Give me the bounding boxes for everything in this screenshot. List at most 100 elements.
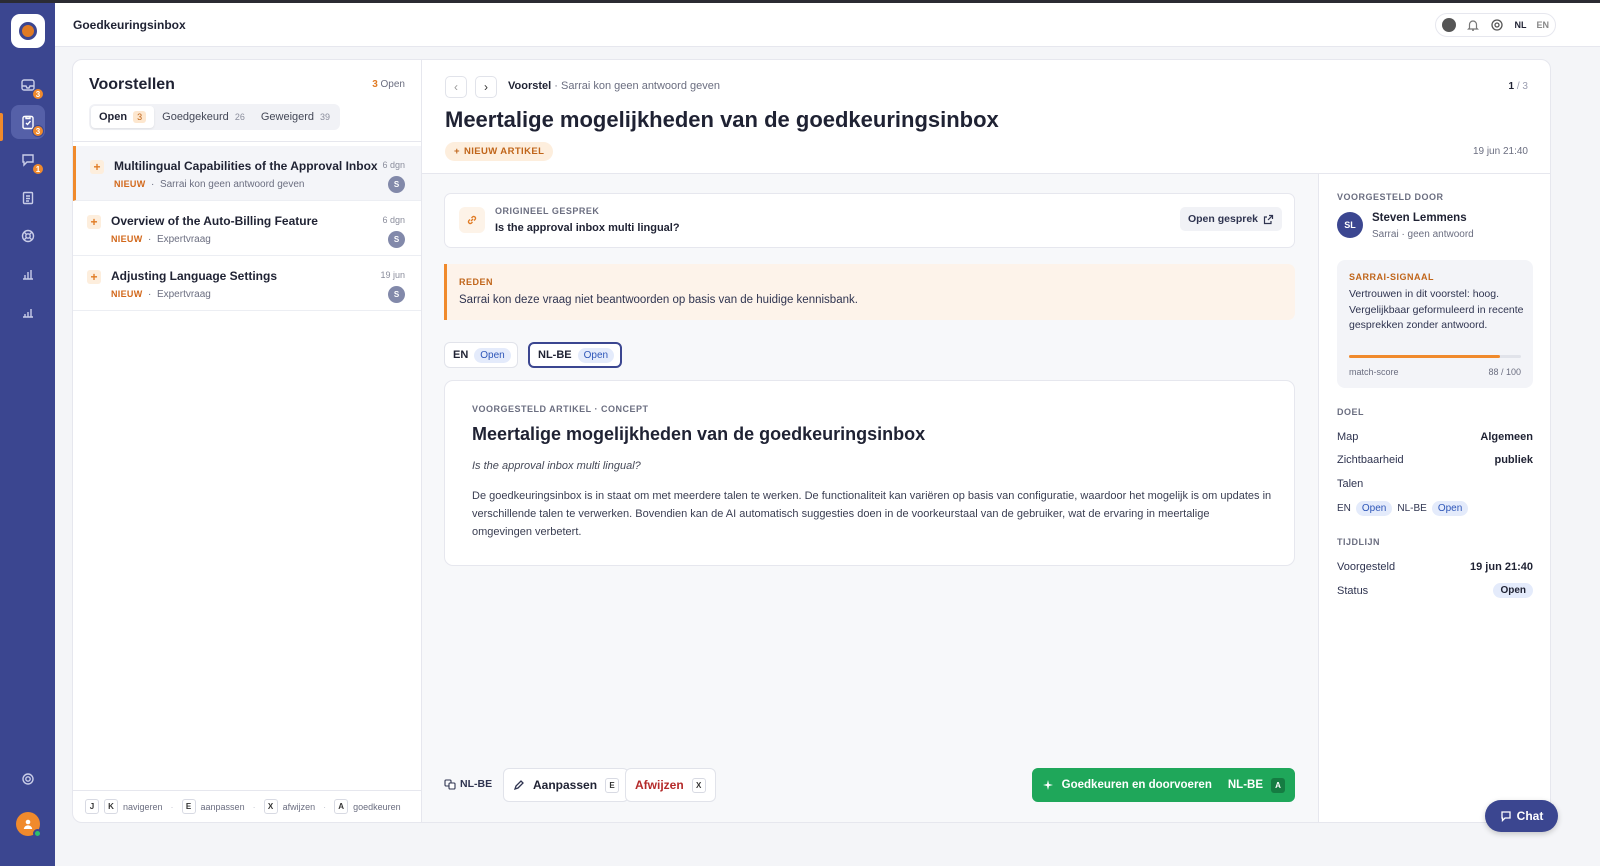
reject-button[interactable]: Afwijzen X (625, 768, 716, 802)
link-icon (459, 207, 485, 233)
article-title: Meertalige mogelijkheden van de goedkeur… (472, 424, 926, 444)
tab-rejected[interactable]: Geweigerd 39 (253, 106, 338, 128)
rail-reports-button[interactable] (11, 257, 45, 291)
approve-button[interactable]: Goedkeuren en doorvoeren NL-BE A (1031, 768, 1295, 802)
prev-button[interactable]: ‹ (445, 76, 467, 98)
approve-label: Goedkeuren en doorvoeren (1061, 779, 1212, 791)
status-row: Status Open (1337, 583, 1533, 599)
proposed-row: Voorgesteld 19 jun 21:40 (1337, 561, 1533, 575)
page-title: Goedkeuringsinbox (73, 18, 186, 32)
detail-sidebar: VOORGESTELD DOOR SL Steven Lemmens Sarra… (1318, 174, 1550, 822)
reject-label: Afwijzen (635, 778, 684, 792)
list-item-title: Adjusting Language Settings (111, 269, 278, 283)
detail-main-column: ORIGINEEL GESPREK Is the approval inbox … (422, 174, 1318, 822)
languages-key: Talen (1337, 478, 1364, 490)
timeline-label: TIJDLIJN (1337, 537, 1381, 547)
open-conversation-label: Open gesprek (1187, 213, 1258, 225)
action-bar: NL-BE Aanpassen E Afwijzen X Goedkeuren … (444, 768, 1295, 804)
pager-total: / 3 (1516, 81, 1528, 92)
rail-inbox-button[interactable]: 3 (11, 68, 45, 102)
status-badge: Open (1431, 501, 1469, 516)
external-link-icon (1263, 214, 1274, 224)
detail-date: 19 jun 21:40 (1472, 146, 1528, 157)
chat-button[interactable]: Chat (1485, 800, 1558, 832)
lifebuoy-icon[interactable] (1490, 18, 1504, 32)
list-item-title: Multilingual Capabilities of the Approva… (114, 159, 378, 173)
bell-icon[interactable] (1466, 18, 1480, 32)
lang-tab-en[interactable]: EN Open (444, 342, 518, 368)
lang-code: EN (1337, 503, 1351, 514)
lang-tab-nl-be[interactable]: NL-BE Open (528, 342, 623, 368)
list-item[interactable]: + Overview of the Auto-Billing Feature N… (73, 201, 421, 256)
signal-label: SARRAI-SIGNAAL (1349, 272, 1434, 282)
edit-label: Aanpassen (533, 778, 598, 792)
list-item-subtitle: NIEUW · Expertvraag (111, 289, 211, 300)
edit-button[interactable]: Aanpassen E (503, 768, 630, 802)
avatar: S (388, 286, 405, 303)
article-preview-card: VOORGESTELD ARTIKEL · CONCEPT Meertalige… (444, 380, 1295, 566)
tab-count: 26 (234, 112, 245, 122)
list-open-count: 3 Open (372, 79, 405, 90)
lang-switch-en[interactable]: EN (1536, 20, 1549, 30)
lang-code: NL-BE (538, 349, 572, 361)
reason-callout: REDEN Sarrai kon deze vraag niet beantwo… (444, 264, 1295, 320)
suggester-source: Sarrai · geen antwoord (1372, 229, 1474, 240)
left-rail: 3 3 1 (0, 3, 55, 866)
rail-settings-button[interactable] (11, 762, 45, 796)
rail-conversations-button[interactable]: 1 (11, 143, 45, 177)
chat-label: Chat (1516, 809, 1544, 823)
match-score-fill (1349, 355, 1501, 358)
visibility-value: publiek (1494, 454, 1533, 466)
list-item-source: Expertvraag (156, 234, 211, 245)
kbd-key: A (334, 799, 349, 814)
sparkle-icon (1042, 780, 1053, 790)
plus-icon: + (87, 215, 101, 229)
plus-icon: + (90, 160, 104, 174)
tab-label: Goedgekeurd (162, 111, 229, 123)
proposals-list-panel: Voorstellen 3 Open Open 3 Goedgekeurd 26 G… (72, 59, 422, 823)
conversation-label: ORIGINEEL GESPREK (495, 206, 600, 216)
article-body: De goedkeuringsinbox is in staat om met … (472, 490, 1272, 538)
kbd-key: E (181, 799, 196, 814)
pager: 1 / 3 (1509, 81, 1528, 92)
chevron-right-icon: › (484, 80, 488, 94)
rail-analytics-button[interactable] (11, 295, 45, 329)
chat-bubble-icon (1501, 811, 1511, 822)
pencil-icon (513, 780, 524, 791)
tab-open[interactable]: Open 3 (91, 106, 155, 128)
lang-switch-nl[interactable]: NL (1514, 20, 1526, 30)
tab-approved[interactable]: Goedgekeurd 26 (154, 106, 253, 128)
breadcrumb-rest: · Sarrai kon geen antwoord geven (554, 80, 720, 92)
app-logo[interactable] (11, 14, 45, 48)
rail-badge: 3 (32, 88, 44, 100)
kbd-key: A (1271, 777, 1285, 793)
list-item-source: Expertvraag (156, 289, 211, 300)
article-label: VOORGESTELD ARTIKEL · CONCEPT (472, 404, 649, 414)
current-language-code: NL-BE (460, 778, 493, 790)
rail-support-button[interactable] (11, 219, 45, 253)
new-article-badge: + NIEUW ARTIKEL (445, 142, 554, 161)
plus-icon: + (454, 146, 460, 157)
gear-icon (22, 773, 34, 785)
original-conversation-card: ORIGINEEL GESPREK Is the approval inbox … (444, 193, 1295, 248)
new-article-label: NIEUW ARTIKEL (463, 146, 545, 157)
suggester-name: Steven Lemmens (1372, 212, 1467, 224)
open-conversation-button[interactable]: Open gesprek (1179, 207, 1282, 231)
kbd-key: J (85, 799, 99, 814)
shortcut-label: goedkeuren (353, 801, 401, 812)
user-icon (23, 819, 33, 829)
status-toggle[interactable] (1442, 18, 1457, 32)
proposal-detail-panel: ‹ › Voorstel · Sarrai kon geen antwoord … (421, 59, 1551, 823)
lang-code: NL-BE (1397, 503, 1427, 514)
list-item[interactable]: + Multilingual Capabilities of the Appro… (73, 146, 421, 201)
suggested-by-label: VOORGESTELD DOOR (1337, 192, 1444, 202)
next-button[interactable]: › (475, 76, 497, 98)
user-avatar[interactable] (16, 812, 42, 838)
list-item[interactable]: + Adjusting Language Settings NIEUW · Ex… (73, 256, 421, 311)
list-item-date: 19 jun (380, 270, 405, 280)
map-row: Map Algemeen (1337, 431, 1533, 445)
status-tabs: Open 3 Goedgekeurd 26 Geweigerd 39 (89, 104, 341, 130)
rail-approvals-button[interactable]: 3 (11, 105, 45, 139)
current-language: NL-BE (444, 778, 492, 790)
rail-knowledge-button[interactable] (11, 181, 45, 215)
